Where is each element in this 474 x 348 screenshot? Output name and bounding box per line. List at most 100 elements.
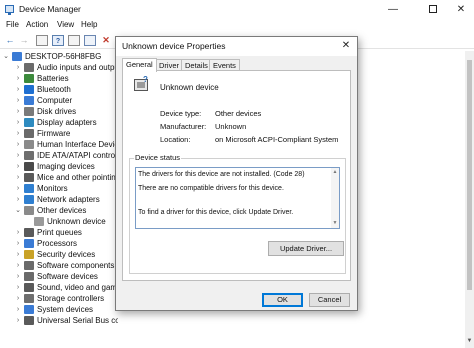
chevron-right-icon[interactable]: › [14,260,22,271]
device-category-icon [24,151,34,160]
tree-item-label: Batteries [37,74,69,83]
menu-help[interactable]: Help [81,20,97,29]
tree-item-label: Print queues [37,228,82,237]
tree-item[interactable]: › Human Interface Devices [0,139,118,150]
tree-item[interactable]: › Software components [0,260,118,271]
tree-root[interactable]: ⌄ DESKTOP-56H8FBG [0,51,118,62]
tree-item[interactable]: › Imaging devices [0,161,118,172]
chevron-right-icon[interactable]: › [14,95,22,106]
cancel-button[interactable]: Cancel [309,293,350,307]
chevron-right-icon[interactable]: › [14,227,22,238]
tree-item-label: Software devices [37,272,98,281]
back-arrow-icon[interactable]: ← [4,35,16,46]
chevron-right-icon[interactable]: › [14,172,22,183]
chevron-right-icon[interactable]: › [14,73,22,84]
tree-item-label: Monitors [37,184,68,193]
device-category-icon [24,261,34,270]
minimize-button[interactable]: — [380,0,406,19]
tree-item[interactable]: › Computer [0,95,118,106]
chevron-right-icon[interactable]: › [14,282,22,293]
tree-item[interactable]: › Storage controllers [0,293,118,304]
tree-item[interactable]: › Mice and other pointing [0,172,118,183]
tree-item-label: Other devices [37,206,87,215]
device-category-icon [24,316,34,325]
dialog-title: Unknown device Properties [122,41,226,51]
dialog-title-bar: Unknown device Properties ✕ [116,37,357,56]
device-category-icon [24,283,34,292]
tree-item[interactable]: › Display adapters [0,117,118,128]
update-driver-button[interactable]: Update Driver... [268,241,344,256]
tree-item[interactable]: › Network adapters [0,194,118,205]
chevron-right-icon[interactable]: › [14,84,22,95]
title-bar: Device Manager — ✕ [0,0,474,19]
chevron-right-icon[interactable]: › [14,238,22,249]
tree-item[interactable]: › Print queues [0,227,118,238]
device-tree[interactable]: ⌄ DESKTOP-56H8FBG › Audio inputs and output… [0,51,118,348]
scroll-down-icon[interactable]: ▼ [331,220,339,226]
chevron-right-icon[interactable]: › [14,150,22,161]
device-category-icon [24,184,34,193]
scroll-up-icon[interactable]: ▲ [331,169,339,175]
tree-item[interactable]: › Security devices [0,249,118,260]
maximize-button[interactable] [420,0,446,19]
status-scrollbar[interactable]: ▲ ▼ [331,168,339,228]
menu-file[interactable]: File [6,20,19,29]
tree-item[interactable]: › Firmware [0,128,118,139]
chevron-right-icon[interactable]: › [14,293,22,304]
computer-icon [12,52,22,61]
scroll-down-icon[interactable]: ▼ [465,336,474,346]
chevron-down-icon[interactable]: ⌄ [2,51,10,62]
chevron-right-icon[interactable]: › [14,106,22,117]
menu-action[interactable]: Action [26,20,48,29]
tree-item-label: Display adapters [37,118,97,127]
tree-item-label: Universal Serial Bus controllers [37,316,118,325]
chevron-right-icon[interactable]: › [14,128,22,139]
tree-item[interactable]: › Processors [0,238,118,249]
chevron-right-icon[interactable]: › [14,315,22,326]
scrollbar-thumb[interactable] [467,60,472,290]
chevron-right-icon[interactable]: › [14,62,22,73]
tree-item[interactable]: › IDE ATA/ATAPI controllers [0,150,118,161]
tab-general[interactable]: General [122,58,157,72]
device-status-textbox[interactable]: The drivers for this device are not inst… [135,167,340,229]
tree-item[interactable]: Unknown device [0,216,118,227]
chevron-right-icon[interactable]: › [14,194,22,205]
close-button[interactable]: ✕ [448,0,474,19]
properties-icon[interactable] [36,35,48,46]
help-icon[interactable]: ? [52,35,64,46]
tree-item[interactable]: › System devices [0,304,118,315]
tree-item[interactable]: › Batteries [0,73,118,84]
ok-button[interactable]: OK [262,293,303,307]
menu-view[interactable]: View [57,20,74,29]
chevron-down-icon[interactable]: ⌄ [14,205,22,216]
dialog-close-button[interactable]: ✕ [338,39,354,53]
tree-item[interactable]: ⌄ Other devices [0,205,118,216]
scan-hardware-icon[interactable] [84,35,96,46]
device-manager-icon [5,5,14,15]
tree-item[interactable]: › Software devices [0,271,118,282]
tree-item-label: Bluetooth [37,85,71,94]
tree-item[interactable]: › Universal Serial Bus controllers [0,315,118,326]
status-line: To find a driver for this device, click … [138,209,294,216]
chevron-right-icon[interactable]: › [14,271,22,282]
tree-item-label: Disk drives [37,107,77,116]
menu-bar: File Action View Help [0,19,474,33]
chevron-right-icon[interactable]: › [14,183,22,194]
tree-item[interactable]: › Bluetooth [0,84,118,95]
uninstall-icon[interactable]: ✕ [100,35,112,46]
tree-item[interactable]: › Monitors [0,183,118,194]
forward-arrow-icon[interactable]: → [18,35,30,46]
device-category-icon [24,195,34,204]
chevron-right-icon[interactable]: › [14,161,22,172]
tree-item-label: Sound, video and game [37,283,118,292]
chevron-right-icon[interactable]: › [14,139,22,150]
tree-item[interactable]: › Sound, video and game [0,282,118,293]
status-line: The drivers for this device are not inst… [138,171,305,178]
location-label: Location: [160,135,191,144]
chevron-right-icon[interactable]: › [14,249,22,260]
update-driver-icon[interactable] [68,35,80,46]
tree-item[interactable]: › Disk drives [0,106,118,117]
chevron-right-icon[interactable]: › [14,117,22,128]
chevron-right-icon[interactable]: › [14,304,22,315]
tree-item[interactable]: › Audio inputs and outputs [0,62,118,73]
